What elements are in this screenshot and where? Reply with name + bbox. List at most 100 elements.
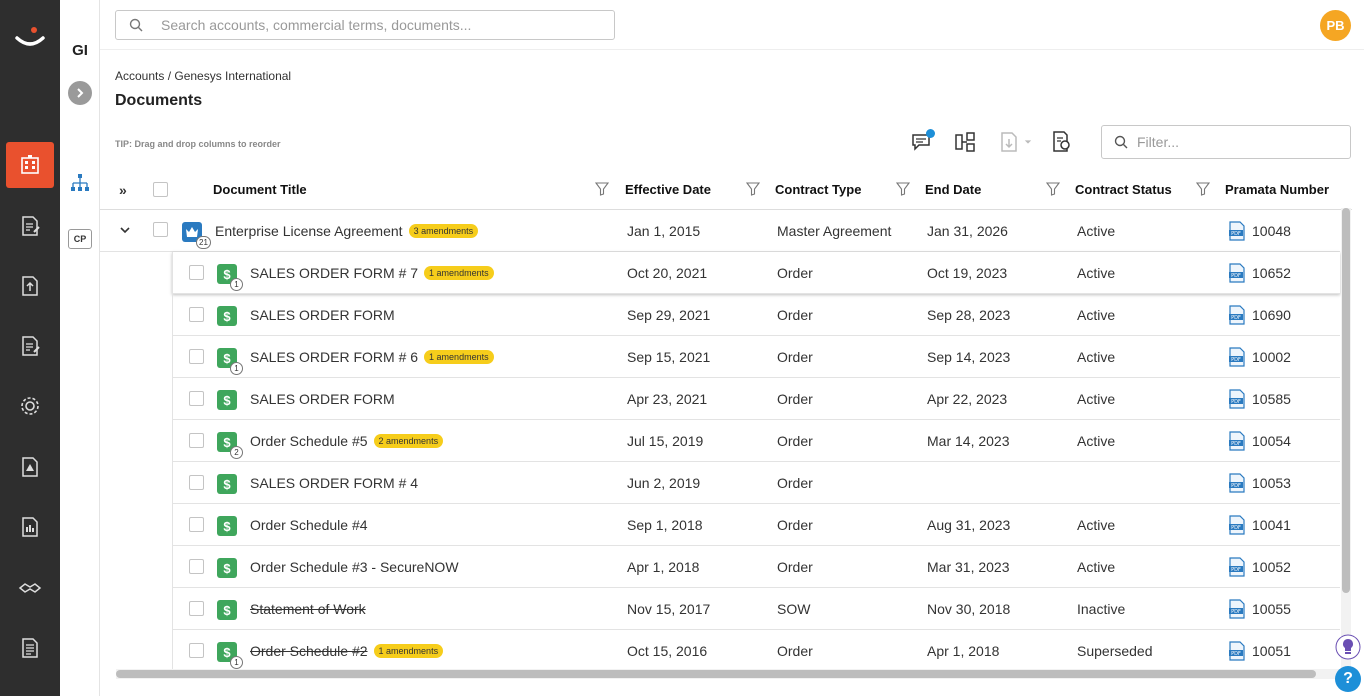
chevron-down-icon[interactable]: [118, 223, 132, 237]
table-row[interactable]: $ SALES ORDER FORM # 4 Jun 2, 2019 Order PDF…: [172, 462, 1340, 504]
pramata-number-cell[interactable]: 10054: [1252, 433, 1291, 449]
nav-reports[interactable]: [6, 504, 54, 550]
document-title-cell[interactable]: Order Schedule #3 - SecureNOW: [250, 559, 459, 575]
document-title[interactable]: SALES ORDER FORM: [250, 391, 395, 407]
pramata-number-cell[interactable]: 10052: [1252, 559, 1291, 575]
row-checkbox[interactable]: [189, 349, 204, 364]
col-contract-type[interactable]: Contract Type: [775, 182, 861, 197]
horizontal-scroll-thumb[interactable]: [116, 670, 1316, 678]
document-title[interactable]: SALES ORDER FORM # 4: [250, 475, 418, 491]
document-title[interactable]: SALES ORDER FORM # 6: [250, 349, 418, 365]
nav-contracts[interactable]: [6, 203, 54, 249]
pdf-icon[interactable]: PDF: [1228, 431, 1246, 451]
grid-filter-input[interactable]: [1137, 134, 1337, 150]
table-row[interactable]: $ SALES ORDER FORM Sep 29, 2021 Order Sep 28…: [172, 294, 1340, 336]
row-checkbox[interactable]: [189, 475, 204, 490]
filter-icon[interactable]: [896, 182, 910, 196]
download-button[interactable]: [994, 129, 1034, 155]
amendments-badge[interactable]: 3 amendments: [408, 224, 479, 238]
nav-upload[interactable]: [6, 263, 54, 309]
filter-icon[interactable]: [595, 182, 609, 196]
row-checkbox[interactable]: [189, 643, 204, 658]
pdf-icon[interactable]: PDF: [1228, 347, 1246, 367]
parent-row[interactable]: 21 Enterprise License Agreement 3 amendmen…: [100, 210, 1340, 252]
lightbulb-icon[interactable]: [1335, 634, 1361, 660]
col-pramata-number[interactable]: Pramata Number: [1225, 182, 1329, 197]
expand-subnav-button[interactable]: [68, 81, 92, 105]
pramata-number-cell[interactable]: 10055: [1252, 601, 1291, 617]
document-title[interactable]: Enterprise License Agreement: [215, 223, 403, 239]
document-title-cell[interactable]: SALES ORDER FORM # 7 1 amendments: [250, 265, 494, 281]
user-avatar[interactable]: PB: [1320, 10, 1351, 41]
document-title-cell[interactable]: SALES ORDER FORM # 6 1 amendments: [250, 349, 494, 365]
hierarchy-icon[interactable]: [69, 172, 91, 194]
pdf-icon[interactable]: PDF: [1228, 641, 1246, 661]
hierarchy-view-button[interactable]: [952, 129, 978, 155]
pramata-number-cell[interactable]: 10652: [1252, 265, 1291, 281]
select-all-checkbox[interactable]: [153, 182, 168, 197]
document-title-cell[interactable]: Order Schedule #4: [250, 517, 368, 533]
document-title-cell[interactable]: Statement of Work: [250, 601, 366, 617]
filter-icon[interactable]: [1046, 182, 1060, 196]
table-row[interactable]: $ Order Schedule #4 Sep 1, 2018 Order Aug 31…: [172, 504, 1340, 546]
breadcrumb[interactable]: Accounts / Genesys International: [115, 69, 291, 83]
filter-icon[interactable]: [746, 182, 760, 196]
col-document-title[interactable]: Document Title: [213, 182, 307, 197]
pramata-number-cell[interactable]: 10053: [1252, 475, 1291, 491]
vertical-scrollbar[interactable]: [1341, 208, 1351, 668]
pdf-icon[interactable]: PDF: [1228, 305, 1246, 325]
pdf-icon[interactable]: PDF: [1228, 599, 1246, 619]
logo-icon[interactable]: [14, 22, 46, 52]
row-checkbox[interactable]: [189, 517, 204, 532]
row-checkbox[interactable]: [189, 433, 204, 448]
document-title[interactable]: SALES ORDER FORM: [250, 307, 395, 323]
document-title[interactable]: Order Schedule #3 - SecureNOW: [250, 559, 459, 575]
pramata-number-cell[interactable]: 10051: [1252, 643, 1291, 659]
table-row[interactable]: $1 SALES ORDER FORM # 71 amendments Oct 20…: [172, 252, 1340, 294]
table-row[interactable]: $ SALES ORDER FORM Apr 23, 2021 Order Apr 22…: [172, 378, 1340, 420]
pramata-number-cell[interactable]: 10690: [1252, 307, 1291, 323]
cp-button[interactable]: CP: [68, 229, 92, 249]
document-title-cell[interactable]: Order Schedule #5 2 amendments: [250, 433, 444, 449]
horizontal-scrollbar[interactable]: [116, 669, 1350, 679]
pdf-icon[interactable]: PDF: [1228, 473, 1246, 493]
document-title[interactable]: Statement of Work: [250, 601, 366, 617]
document-title-cell[interactable]: SALES ORDER FORM: [250, 391, 395, 407]
col-end-date[interactable]: End Date: [925, 182, 981, 197]
col-effective-date[interactable]: Effective Date: [625, 182, 711, 197]
nav-settings[interactable]: [6, 383, 54, 429]
amendments-badge[interactable]: 1 amendments: [424, 350, 494, 364]
row-checkbox[interactable]: [189, 265, 204, 280]
nav-accounts[interactable]: [6, 142, 54, 188]
nav-partners[interactable]: [6, 564, 54, 610]
pdf-icon[interactable]: PDF: [1228, 263, 1246, 283]
table-row[interactable]: $2 Order Schedule #5 2 amendments Jul 15, 2…: [172, 420, 1340, 462]
global-search-input[interactable]: [161, 17, 601, 33]
document-title[interactable]: Order Schedule #4: [250, 517, 368, 533]
table-row[interactable]: $ Statement of Work Nov 15, 2017 SOW Nov 30,…: [172, 588, 1340, 630]
pdf-icon[interactable]: PDF: [1228, 515, 1246, 535]
row-checkbox[interactable]: [189, 601, 204, 616]
row-checkbox[interactable]: [189, 391, 204, 406]
comments-button[interactable]: [909, 129, 935, 155]
pdf-icon[interactable]: PDF: [1228, 389, 1246, 409]
document-title-cell[interactable]: SALES ORDER FORM: [250, 307, 395, 323]
amendments-badge[interactable]: 1 amendments: [373, 644, 444, 658]
document-title[interactable]: SALES ORDER FORM # 7: [250, 265, 418, 281]
row-checkbox[interactable]: [189, 559, 204, 574]
table-row[interactable]: $1 Order Schedule #2 1 amendments Oct 15, 2…: [172, 630, 1340, 672]
filter-icon[interactable]: [1196, 182, 1210, 196]
compare-button[interactable]: [1049, 129, 1075, 155]
document-title-cell[interactable]: Order Schedule #2 1 amendments: [250, 643, 444, 659]
pdf-icon[interactable]: PDF: [1228, 221, 1246, 241]
document-title-cell[interactable]: SALES ORDER FORM # 4: [250, 475, 418, 491]
pramata-number-cell[interactable]: 10048: [1252, 223, 1291, 239]
pramata-number-cell[interactable]: 10585: [1252, 391, 1291, 407]
pdf-icon[interactable]: PDF: [1228, 557, 1246, 577]
help-button[interactable]: ?: [1335, 666, 1361, 692]
expand-all-button[interactable]: »: [119, 182, 127, 198]
nav-alerts[interactable]: [6, 444, 54, 490]
row-checkbox[interactable]: [189, 307, 204, 322]
row-checkbox[interactable]: [153, 222, 168, 237]
pramata-number-cell[interactable]: 10041: [1252, 517, 1291, 533]
